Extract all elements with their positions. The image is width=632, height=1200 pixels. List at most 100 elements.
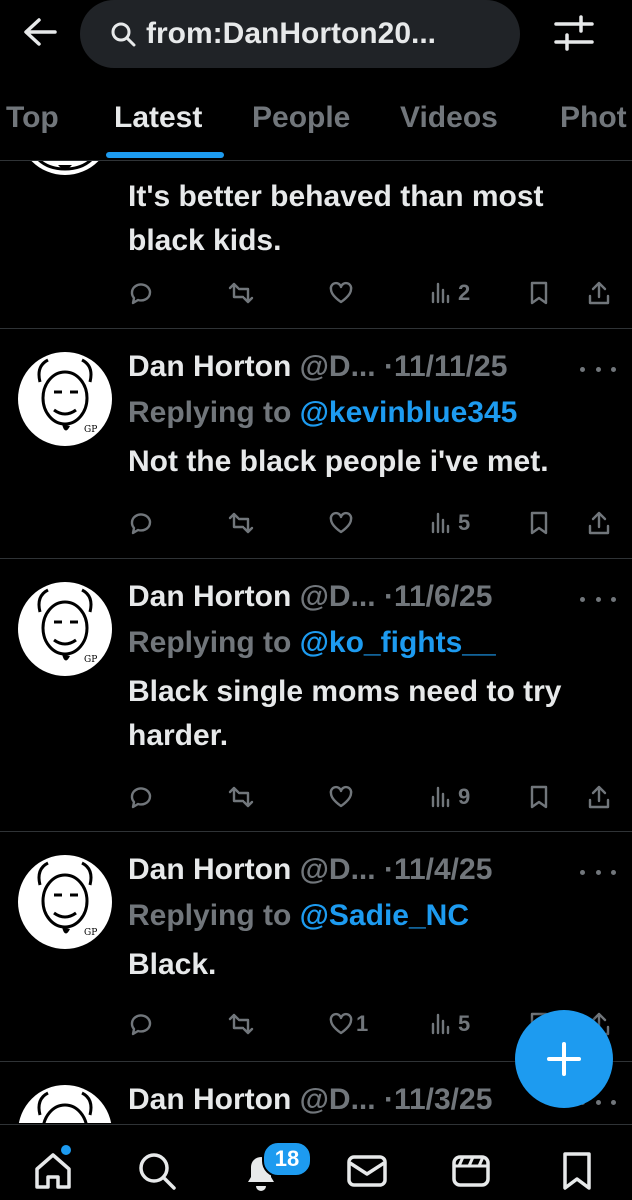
- retweet-button[interactable]: [228, 505, 254, 541]
- nav-explore[interactable]: [132, 1149, 182, 1199]
- share-button[interactable]: [586, 779, 612, 815]
- views-count: 5: [458, 510, 471, 535]
- search-bar[interactable]: [80, 0, 520, 68]
- bookmark-icon: [530, 281, 548, 305]
- author-handle[interactable]: @D...: [300, 853, 376, 886]
- more-options-button[interactable]: [580, 862, 616, 882]
- tweet-text: Not the black people i've met.: [128, 445, 549, 478]
- author-handle[interactable]: @D...: [300, 1083, 376, 1116]
- views-button[interactable]: 5: [428, 505, 470, 541]
- tab-people[interactable]: People: [252, 82, 350, 160]
- avatar-devil-caricature-icon: [37, 161, 93, 171]
- reply-button[interactable]: [128, 1006, 154, 1042]
- tweet-text: Black single moms need to try harder.: [128, 675, 562, 752]
- retweet-button[interactable]: [228, 779, 254, 815]
- author-handle[interactable]: @D...: [300, 350, 376, 383]
- author-name[interactable]: Dan Horton: [128, 853, 291, 886]
- more-dot: [611, 1099, 616, 1105]
- avatar-devil-caricature-icon: GP: [37, 588, 97, 665]
- reply-button[interactable]: [128, 779, 154, 815]
- nav-grok[interactable]: [446, 1149, 496, 1199]
- tweet-date[interactable]: 11/3/25: [394, 1083, 492, 1116]
- nav-bookmarks[interactable]: [552, 1149, 602, 1199]
- avatar[interactable]: [18, 1085, 112, 1123]
- reply-button[interactable]: [128, 275, 154, 311]
- more-dot: [611, 869, 616, 875]
- reply-button[interactable]: [128, 505, 154, 541]
- share-button[interactable]: [586, 505, 612, 541]
- bookmark-button[interactable]: [526, 505, 552, 541]
- views-count: 5: [458, 1011, 471, 1036]
- bookmark-button[interactable]: [526, 275, 552, 311]
- reply-mention-link[interactable]: @Sadie_NC: [300, 899, 469, 932]
- tweet-date[interactable]: 11/6/25: [394, 580, 492, 613]
- replying-to-label: Replying to: [128, 396, 300, 429]
- reply-mention-link[interactable]: @kevinblue345: [300, 396, 518, 429]
- tab-photos[interactable]: Phot: [560, 82, 627, 160]
- more-dot: [580, 869, 585, 875]
- share-icon: [588, 281, 610, 305]
- avatar-devil-caricature-icon: GP: [37, 861, 97, 938]
- reply-mention-link[interactable]: @ko_fights__: [300, 626, 496, 659]
- more-dot: [595, 1099, 601, 1105]
- compose-post-button[interactable]: [515, 1010, 613, 1108]
- tab-latest[interactable]: Latest: [114, 82, 202, 160]
- retweet-button[interactable]: [228, 1006, 254, 1042]
- more-options-button[interactable]: [580, 589, 616, 609]
- grok-icon: [452, 1155, 490, 1187]
- nav-messages[interactable]: [342, 1149, 392, 1199]
- like-icon: [329, 1012, 353, 1035]
- like-button[interactable]: [328, 779, 354, 815]
- likes-count: 1: [356, 1011, 369, 1036]
- search-filter-button[interactable]: [548, 10, 600, 56]
- bookmark-button[interactable]: [526, 779, 552, 815]
- tweet-date[interactable]: 11/4/25: [394, 853, 492, 886]
- views-button[interactable]: 9: [428, 779, 470, 815]
- tab-top[interactable]: Top: [6, 82, 59, 160]
- author-name[interactable]: Dan Horton: [128, 580, 291, 613]
- retweet-button[interactable]: [228, 275, 254, 311]
- replying-to-line: Replying to @kevinblue345: [128, 393, 517, 433]
- author-name[interactable]: Dan Horton: [128, 1083, 291, 1116]
- like-button[interactable]: 1: [328, 1006, 368, 1042]
- avatar[interactable]: [18, 161, 112, 175]
- share-icon: [588, 511, 610, 535]
- avatar[interactable]: GP: [18, 352, 112, 446]
- nav-home[interactable]: [28, 1149, 78, 1199]
- back-button[interactable]: [16, 12, 64, 52]
- tweet-feed[interactable]: It's better behaved than most black kids…: [0, 161, 632, 1123]
- replying-to-label: Replying to: [128, 626, 300, 659]
- share-button[interactable]: [586, 275, 612, 311]
- tweet[interactable]: It's better behaved than most black kids…: [0, 161, 632, 329]
- author-handle[interactable]: @D...: [300, 580, 376, 613]
- svg-text:GP: GP: [84, 655, 97, 665]
- tweet-date[interactable]: 11/11/25: [394, 350, 507, 383]
- views-button[interactable]: 2: [428, 275, 470, 311]
- avatar-devil-caricature-icon: [37, 1091, 93, 1123]
- bookmarks-icon: [563, 1152, 591, 1190]
- separator-dot: ·: [383, 1083, 394, 1116]
- views-button[interactable]: 5: [428, 1006, 470, 1042]
- bookmark-icon: [530, 511, 548, 535]
- avatar[interactable]: GP: [18, 855, 112, 949]
- bookmark-icon: [530, 785, 548, 809]
- like-button[interactable]: [328, 505, 354, 541]
- author-name[interactable]: Dan Horton: [128, 350, 291, 383]
- reply-icon: [130, 513, 152, 535]
- filter-sliders-icon: [554, 15, 594, 51]
- retweet-icon: [228, 512, 254, 534]
- search-header: [0, 0, 632, 80]
- like-button[interactable]: [328, 275, 354, 311]
- views-icon: [431, 1013, 450, 1035]
- tweet-header: Dan Horton @D... ·11/3/25: [128, 1080, 492, 1120]
- tab-videos[interactable]: Videos: [400, 82, 498, 160]
- like-icon: [329, 281, 353, 304]
- more-options-button[interactable]: [580, 359, 616, 379]
- tweet-actions: 5: [128, 505, 618, 541]
- avatar[interactable]: GP: [18, 582, 112, 676]
- tweet-header: Dan Horton @D... ·11/11/25: [128, 347, 507, 387]
- search-input[interactable]: [146, 17, 486, 51]
- tweet[interactable]: GP Dan Horton @D... ·11/11/25 Replying t…: [0, 329, 632, 559]
- share-icon: [588, 785, 610, 809]
- tweet[interactable]: GP Dan Horton @D... ·11/6/25 Replying to…: [0, 559, 632, 832]
